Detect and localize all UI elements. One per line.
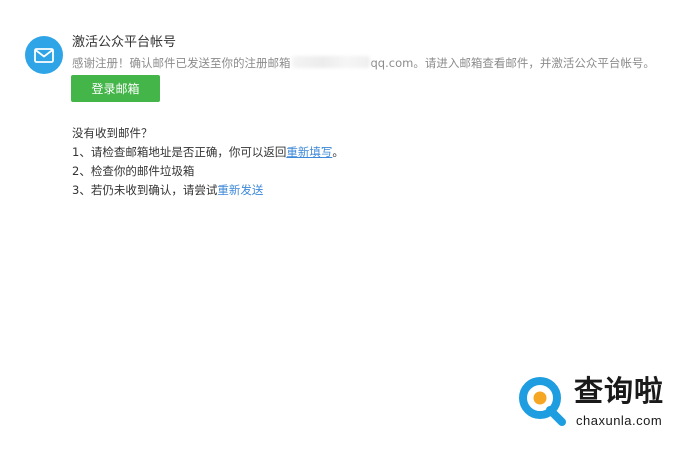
help-item-text: 2、检查你的邮件垃圾箱: [72, 164, 195, 178]
login-mailbox-button[interactable]: 登录邮箱: [71, 75, 160, 102]
activation-message: 感谢注册！确认邮件已发送至你的注册邮箱 qq.com。请进入邮箱查看邮件，并激活公…: [72, 55, 682, 71]
activation-header: 激活公众平台帐号 感谢注册！确认邮件已发送至你的注册邮箱 qq.com。请进入邮箱…: [72, 34, 682, 71]
watermark-brand: 查询啦: [574, 374, 665, 408]
message-suffix: qq.com。请进入邮箱查看邮件，并激活公众平台帐号。: [370, 56, 655, 70]
help-item-text: 1、请检查邮箱地址是否正确，你可以返回: [72, 145, 287, 159]
page-title: 激活公众平台帐号: [72, 35, 177, 50]
help-item-suffix: 。: [332, 145, 344, 159]
watermark-domain: chaxunla.com: [576, 413, 663, 428]
help-item-2: 2、检查你的邮件垃圾箱: [72, 162, 344, 181]
message-prefix: 感谢注册！确认邮件已发送至你的注册邮箱: [72, 56, 291, 70]
help-item-1: 1、请检查邮箱地址是否正确，你可以返回重新填写。: [72, 143, 344, 162]
watermark: 查询啦 chaxunla.com: [518, 372, 686, 434]
help-question: 没有收到邮件？: [72, 126, 153, 140]
masked-email: [291, 56, 370, 68]
help-item-text: 3、若仍未收到确认，请尝试: [72, 183, 218, 197]
magnifier-logo-icon: [519, 377, 566, 426]
help-section: 没有收到邮件？ 1、请检查邮箱地址是否正确，你可以返回重新填写。 2、检查你的邮…: [72, 124, 344, 200]
help-item-3: 3、若仍未收到确认，请尝试重新发送: [72, 181, 344, 200]
resend-link[interactable]: 重新发送: [217, 183, 263, 197]
mail-icon: [25, 36, 63, 74]
refill-link[interactable]: 重新填写: [286, 145, 332, 159]
